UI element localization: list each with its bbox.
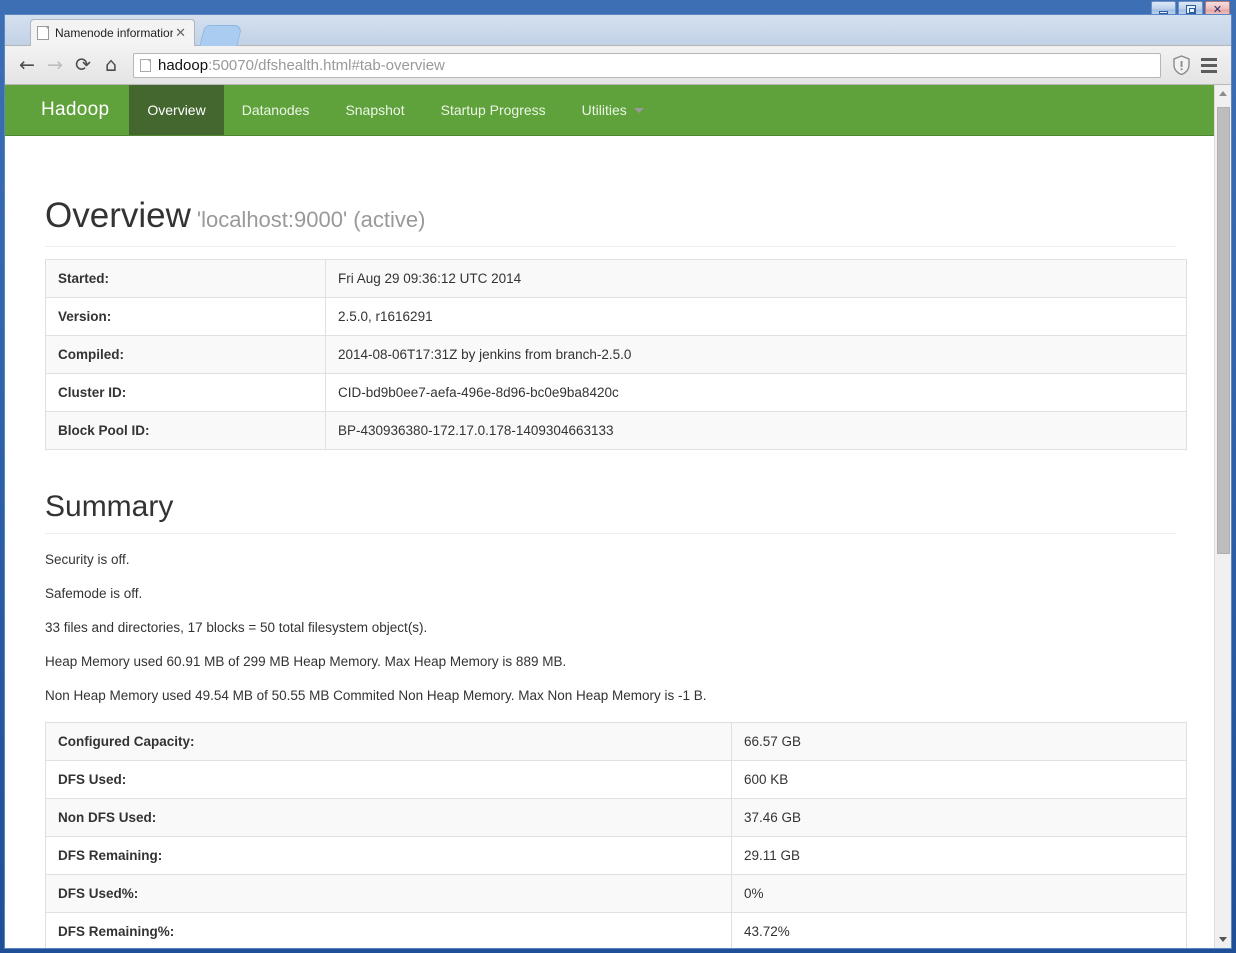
brand-hadoop[interactable]: Hadoop — [5, 85, 129, 135]
hadoop-navbar: Hadoop Overview Datanodes Snapshot Start… — [5, 85, 1216, 136]
overview-key-cluster-id: Cluster ID: — [45, 373, 326, 412]
table-row: Non DFS Used: 37.46 GB — [45, 798, 1187, 837]
overview-key-started: Started: — [45, 259, 326, 298]
summary-value-dfs-remaining: 29.11 GB — [731, 836, 1187, 875]
summary-table: Configured Capacity: 66.57 GB DFS Used: … — [45, 722, 1187, 948]
url-host: hadoop — [158, 56, 209, 74]
table-row: DFS Used: 600 KB — [45, 760, 1187, 799]
overview-value-version: 2.5.0, r1616291 — [325, 297, 1187, 336]
nav-item-snapshot[interactable]: Snapshot — [327, 85, 422, 135]
nav-item-overview[interactable]: Overview — [129, 85, 224, 135]
hamburger-icon — [1201, 57, 1217, 73]
overview-value-block-pool-id: BP-430936380-172.17.0.178-1409304663133 — [325, 411, 1187, 450]
new-tab-button[interactable] — [199, 25, 243, 46]
page-title-subtitle: 'localhost:9000' (active) — [196, 207, 426, 232]
browser-toolbar: ← → ⟳ ⌂ hadoop:50070/dfshealth.html#tab-… — [5, 46, 1231, 85]
home-icon[interactable]: ⌂ — [97, 51, 125, 79]
nav-label-overview: Overview — [147, 102, 206, 118]
address-bar[interactable]: hadoop:50070/dfshealth.html#tab-overview — [133, 52, 1161, 78]
summary-key-configured-capacity: Configured Capacity: — [45, 722, 732, 761]
summary-line-safemode: Safemode is off. — [45, 586, 143, 601]
nav-label-utilities: Utilities — [581, 102, 627, 118]
overview-key-version: Version: — [45, 297, 326, 336]
chevron-down-icon — [633, 107, 644, 113]
nav-label-snapshot: Snapshot — [345, 102, 405, 118]
summary-heading: Summary — [45, 490, 1176, 534]
summary-line-security: Security is off. — [45, 552, 130, 567]
summary-value-dfs-used-percent: 0% — [731, 874, 1187, 913]
table-row: Cluster ID: CID-bd9b0ee7-aefa-496e-8d96-… — [45, 373, 1187, 412]
overview-key-compiled: Compiled: — [45, 335, 326, 374]
browser-chrome: Namenode information ✕ ← → ⟳ ⌂ hadoop:50… — [4, 14, 1232, 949]
summary-value-dfs-used: 600 KB — [731, 760, 1187, 799]
page-viewport: Hadoop Overview Datanodes Snapshot Start… — [5, 85, 1231, 948]
vertical-scrollbar[interactable] — [1214, 85, 1231, 948]
page-info-icon — [140, 58, 151, 72]
scroll-down-button[interactable] — [1215, 931, 1231, 948]
scrollbar-thumb[interactable] — [1217, 107, 1230, 554]
summary-key-dfs-used: DFS Used: — [45, 760, 732, 799]
hadoop-page: Hadoop Overview Datanodes Snapshot Start… — [5, 85, 1216, 948]
summary-value-configured-capacity: 66.57 GB — [731, 722, 1187, 761]
nav-item-utilities[interactable]: Utilities — [564, 85, 662, 135]
tab-strip: Namenode information ✕ — [5, 15, 1231, 46]
table-row: DFS Used%: 0% — [45, 874, 1187, 913]
reload-icon[interactable]: ⟳ — [69, 51, 97, 79]
nav-label-datanodes: Datanodes — [241, 102, 310, 118]
page-title-text: Overview — [45, 196, 191, 235]
nav-item-datanodes[interactable]: Datanodes — [224, 85, 328, 135]
summary-line-heap-memory: Heap Memory used 60.91 MB of 299 MB Heap… — [45, 654, 567, 669]
back-icon[interactable]: ← — [13, 51, 41, 79]
summary-text-block: Security is off. Safemode is off. 33 fil… — [45, 552, 1176, 703]
window-titlebar: ✕ — [4, 0, 1232, 18]
summary-value-dfs-remaining-percent: 43.72% — [731, 912, 1187, 948]
summary-key-dfs-remaining: DFS Remaining: — [45, 836, 732, 875]
browser-window: ✕ Namenode information ✕ ← → ⟳ ⌂ hadoop:… — [0, 0, 1236, 953]
tab-title: Namenode information — [55, 26, 174, 40]
page-content: Overview'localhost:9000' (active) Starte… — [5, 196, 1216, 948]
table-row: DFS Remaining%: 43.72% — [45, 912, 1187, 948]
summary-line-non-heap-memory: Non Heap Memory used 49.54 MB of 50.55 M… — [45, 688, 707, 703]
url-text: hadoop:50070/dfshealth.html#tab-overview — [158, 57, 445, 74]
scroll-up-button[interactable] — [1215, 85, 1231, 102]
tab-namenode-information[interactable]: Namenode information ✕ — [30, 19, 195, 46]
summary-key-dfs-remaining-percent: DFS Remaining%: — [45, 912, 732, 948]
url-path: :50070/dfshealth.html#tab-overview — [208, 56, 445, 74]
page-icon — [37, 26, 49, 40]
page-title: Overview'localhost:9000' (active) — [45, 196, 1176, 247]
table-row: Configured Capacity: 66.57 GB — [45, 722, 1187, 761]
table-row: Compiled: 2014-08-06T17:31Z by jenkins f… — [45, 335, 1187, 374]
summary-value-non-dfs-used: 37.46 GB — [731, 798, 1187, 837]
overview-value-compiled: 2014-08-06T17:31Z by jenkins from branch… — [325, 335, 1187, 374]
summary-line-objects: 33 files and directories, 17 blocks = 50… — [45, 620, 428, 635]
overview-value-started: Fri Aug 29 09:36:12 UTC 2014 — [325, 259, 1187, 298]
overview-value-cluster-id: CID-bd9b0ee7-aefa-496e-8d96-bc0e9ba8420c — [325, 373, 1187, 412]
nav-item-startup-progress[interactable]: Startup Progress — [423, 85, 564, 135]
table-row: Started: Fri Aug 29 09:36:12 UTC 2014 — [45, 259, 1187, 298]
chevron-up-icon — [1219, 91, 1227, 96]
nav-label-startup-progress: Startup Progress — [440, 102, 546, 118]
shield-icon[interactable] — [1167, 51, 1195, 79]
table-row: DFS Remaining: 29.11 GB — [45, 836, 1187, 875]
menu-icon[interactable] — [1195, 51, 1223, 79]
table-row: Block Pool ID: BP-430936380-172.17.0.178… — [45, 411, 1187, 450]
table-row: Version: 2.5.0, r1616291 — [45, 297, 1187, 336]
overview-table: Started: Fri Aug 29 09:36:12 UTC 2014 Ve… — [45, 259, 1187, 450]
summary-key-non-dfs-used: Non DFS Used: — [45, 798, 732, 837]
close-tab-icon[interactable]: ✕ — [173, 27, 188, 40]
overview-key-block-pool-id: Block Pool ID: — [45, 411, 326, 450]
summary-key-dfs-used-percent: DFS Used%: — [45, 874, 732, 913]
forward-icon: → — [47, 53, 63, 76]
chevron-down-icon — [1219, 937, 1227, 942]
